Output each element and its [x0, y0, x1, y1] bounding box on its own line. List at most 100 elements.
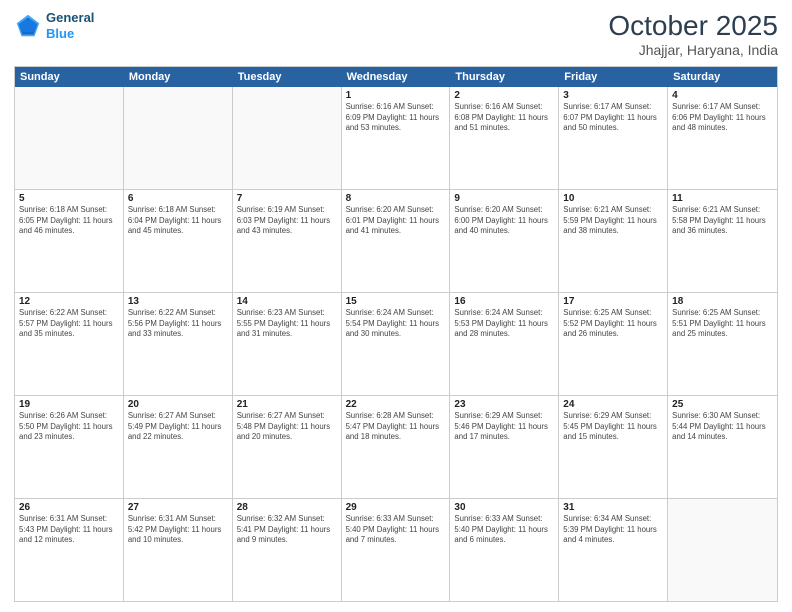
day-info: Sunrise: 6:25 AM Sunset: 5:51 PM Dayligh…	[672, 308, 773, 340]
day-cell: 5Sunrise: 6:18 AM Sunset: 6:05 PM Daylig…	[15, 190, 124, 292]
day-cell: 12Sunrise: 6:22 AM Sunset: 5:57 PM Dayli…	[15, 293, 124, 395]
day-number: 5	[19, 193, 119, 204]
day-cell: 4Sunrise: 6:17 AM Sunset: 6:06 PM Daylig…	[668, 87, 777, 189]
day-cell: 18Sunrise: 6:25 AM Sunset: 5:51 PM Dayli…	[668, 293, 777, 395]
day-number: 10	[563, 193, 663, 204]
day-header-wednesday: Wednesday	[342, 67, 451, 87]
day-cell: 27Sunrise: 6:31 AM Sunset: 5:42 PM Dayli…	[124, 499, 233, 601]
day-headers: SundayMondayTuesdayWednesdayThursdayFrid…	[15, 67, 777, 87]
day-cell: 26Sunrise: 6:31 AM Sunset: 5:43 PM Dayli…	[15, 499, 124, 601]
day-info: Sunrise: 6:27 AM Sunset: 5:49 PM Dayligh…	[128, 411, 228, 443]
day-number: 21	[237, 399, 337, 410]
day-cell: 22Sunrise: 6:28 AM Sunset: 5:47 PM Dayli…	[342, 396, 451, 498]
day-info: Sunrise: 6:20 AM Sunset: 6:01 PM Dayligh…	[346, 205, 446, 237]
day-cell: 15Sunrise: 6:24 AM Sunset: 5:54 PM Dayli…	[342, 293, 451, 395]
day-cell: 11Sunrise: 6:21 AM Sunset: 5:58 PM Dayli…	[668, 190, 777, 292]
day-info: Sunrise: 6:22 AM Sunset: 5:56 PM Dayligh…	[128, 308, 228, 340]
day-info: Sunrise: 6:18 AM Sunset: 6:05 PM Dayligh…	[19, 205, 119, 237]
day-info: Sunrise: 6:32 AM Sunset: 5:41 PM Dayligh…	[237, 514, 337, 546]
day-header-friday: Friday	[559, 67, 668, 87]
day-number: 15	[346, 296, 446, 307]
logo: General Blue	[14, 10, 94, 41]
day-info: Sunrise: 6:24 AM Sunset: 5:54 PM Dayligh…	[346, 308, 446, 340]
day-number: 7	[237, 193, 337, 204]
logo-line2: Blue	[46, 26, 74, 41]
day-number: 25	[672, 399, 773, 410]
day-cell: 8Sunrise: 6:20 AM Sunset: 6:01 PM Daylig…	[342, 190, 451, 292]
day-info: Sunrise: 6:31 AM Sunset: 5:42 PM Dayligh…	[128, 514, 228, 546]
day-info: Sunrise: 6:21 AM Sunset: 5:59 PM Dayligh…	[563, 205, 663, 237]
day-number: 13	[128, 296, 228, 307]
day-info: Sunrise: 6:18 AM Sunset: 6:04 PM Dayligh…	[128, 205, 228, 237]
day-number: 16	[454, 296, 554, 307]
weeks: 1Sunrise: 6:16 AM Sunset: 6:09 PM Daylig…	[15, 87, 777, 601]
day-header-saturday: Saturday	[668, 67, 777, 87]
day-cell: 1Sunrise: 6:16 AM Sunset: 6:09 PM Daylig…	[342, 87, 451, 189]
day-info: Sunrise: 6:27 AM Sunset: 5:48 PM Dayligh…	[237, 411, 337, 443]
day-number: 22	[346, 399, 446, 410]
title-block: October 2025 Jhajjar, Haryana, India	[608, 10, 778, 58]
day-info: Sunrise: 6:16 AM Sunset: 6:08 PM Dayligh…	[454, 102, 554, 134]
week-row: 5Sunrise: 6:18 AM Sunset: 6:05 PM Daylig…	[15, 189, 777, 292]
day-info: Sunrise: 6:19 AM Sunset: 6:03 PM Dayligh…	[237, 205, 337, 237]
week-row: 12Sunrise: 6:22 AM Sunset: 5:57 PM Dayli…	[15, 292, 777, 395]
day-number: 19	[19, 399, 119, 410]
day-cell: 2Sunrise: 6:16 AM Sunset: 6:08 PM Daylig…	[450, 87, 559, 189]
logo-text: General Blue	[46, 10, 94, 41]
day-number: 18	[672, 296, 773, 307]
day-cell: 28Sunrise: 6:32 AM Sunset: 5:41 PM Dayli…	[233, 499, 342, 601]
day-info: Sunrise: 6:17 AM Sunset: 6:07 PM Dayligh…	[563, 102, 663, 134]
day-number: 26	[19, 502, 119, 513]
day-number: 6	[128, 193, 228, 204]
day-cell: 31Sunrise: 6:34 AM Sunset: 5:39 PM Dayli…	[559, 499, 668, 601]
day-number: 4	[672, 90, 773, 101]
week-row: 26Sunrise: 6:31 AM Sunset: 5:43 PM Dayli…	[15, 498, 777, 601]
day-number: 28	[237, 502, 337, 513]
day-cell: 21Sunrise: 6:27 AM Sunset: 5:48 PM Dayli…	[233, 396, 342, 498]
day-info: Sunrise: 6:23 AM Sunset: 5:55 PM Dayligh…	[237, 308, 337, 340]
page: General Blue October 2025 Jhajjar, Harya…	[0, 0, 792, 612]
logo-line1: General	[46, 10, 94, 25]
day-cell: 20Sunrise: 6:27 AM Sunset: 5:49 PM Dayli…	[124, 396, 233, 498]
day-info: Sunrise: 6:33 AM Sunset: 5:40 PM Dayligh…	[346, 514, 446, 546]
week-row: 1Sunrise: 6:16 AM Sunset: 6:09 PM Daylig…	[15, 87, 777, 189]
day-number: 1	[346, 90, 446, 101]
day-info: Sunrise: 6:29 AM Sunset: 5:46 PM Dayligh…	[454, 411, 554, 443]
day-number: 11	[672, 193, 773, 204]
day-header-monday: Monday	[124, 67, 233, 87]
day-number: 8	[346, 193, 446, 204]
day-cell	[668, 499, 777, 601]
day-info: Sunrise: 6:16 AM Sunset: 6:09 PM Dayligh…	[346, 102, 446, 134]
day-number: 9	[454, 193, 554, 204]
day-cell: 6Sunrise: 6:18 AM Sunset: 6:04 PM Daylig…	[124, 190, 233, 292]
day-cell: 3Sunrise: 6:17 AM Sunset: 6:07 PM Daylig…	[559, 87, 668, 189]
day-cell: 23Sunrise: 6:29 AM Sunset: 5:46 PM Dayli…	[450, 396, 559, 498]
day-info: Sunrise: 6:29 AM Sunset: 5:45 PM Dayligh…	[563, 411, 663, 443]
day-cell: 10Sunrise: 6:21 AM Sunset: 5:59 PM Dayli…	[559, 190, 668, 292]
day-number: 20	[128, 399, 228, 410]
logo-icon	[14, 12, 42, 40]
week-row: 19Sunrise: 6:26 AM Sunset: 5:50 PM Dayli…	[15, 395, 777, 498]
day-info: Sunrise: 6:20 AM Sunset: 6:00 PM Dayligh…	[454, 205, 554, 237]
location: Jhajjar, Haryana, India	[608, 42, 778, 58]
day-cell: 13Sunrise: 6:22 AM Sunset: 5:56 PM Dayli…	[124, 293, 233, 395]
day-number: 24	[563, 399, 663, 410]
day-info: Sunrise: 6:17 AM Sunset: 6:06 PM Dayligh…	[672, 102, 773, 134]
day-info: Sunrise: 6:33 AM Sunset: 5:40 PM Dayligh…	[454, 514, 554, 546]
month-title: October 2025	[608, 10, 778, 42]
day-number: 2	[454, 90, 554, 101]
day-number: 17	[563, 296, 663, 307]
day-cell: 29Sunrise: 6:33 AM Sunset: 5:40 PM Dayli…	[342, 499, 451, 601]
day-info: Sunrise: 6:31 AM Sunset: 5:43 PM Dayligh…	[19, 514, 119, 546]
day-number: 27	[128, 502, 228, 513]
day-info: Sunrise: 6:26 AM Sunset: 5:50 PM Dayligh…	[19, 411, 119, 443]
day-cell: 9Sunrise: 6:20 AM Sunset: 6:00 PM Daylig…	[450, 190, 559, 292]
day-info: Sunrise: 6:25 AM Sunset: 5:52 PM Dayligh…	[563, 308, 663, 340]
day-info: Sunrise: 6:22 AM Sunset: 5:57 PM Dayligh…	[19, 308, 119, 340]
day-info: Sunrise: 6:34 AM Sunset: 5:39 PM Dayligh…	[563, 514, 663, 546]
day-info: Sunrise: 6:24 AM Sunset: 5:53 PM Dayligh…	[454, 308, 554, 340]
day-number: 12	[19, 296, 119, 307]
day-cell: 7Sunrise: 6:19 AM Sunset: 6:03 PM Daylig…	[233, 190, 342, 292]
day-cell: 30Sunrise: 6:33 AM Sunset: 5:40 PM Dayli…	[450, 499, 559, 601]
day-cell: 14Sunrise: 6:23 AM Sunset: 5:55 PM Dayli…	[233, 293, 342, 395]
